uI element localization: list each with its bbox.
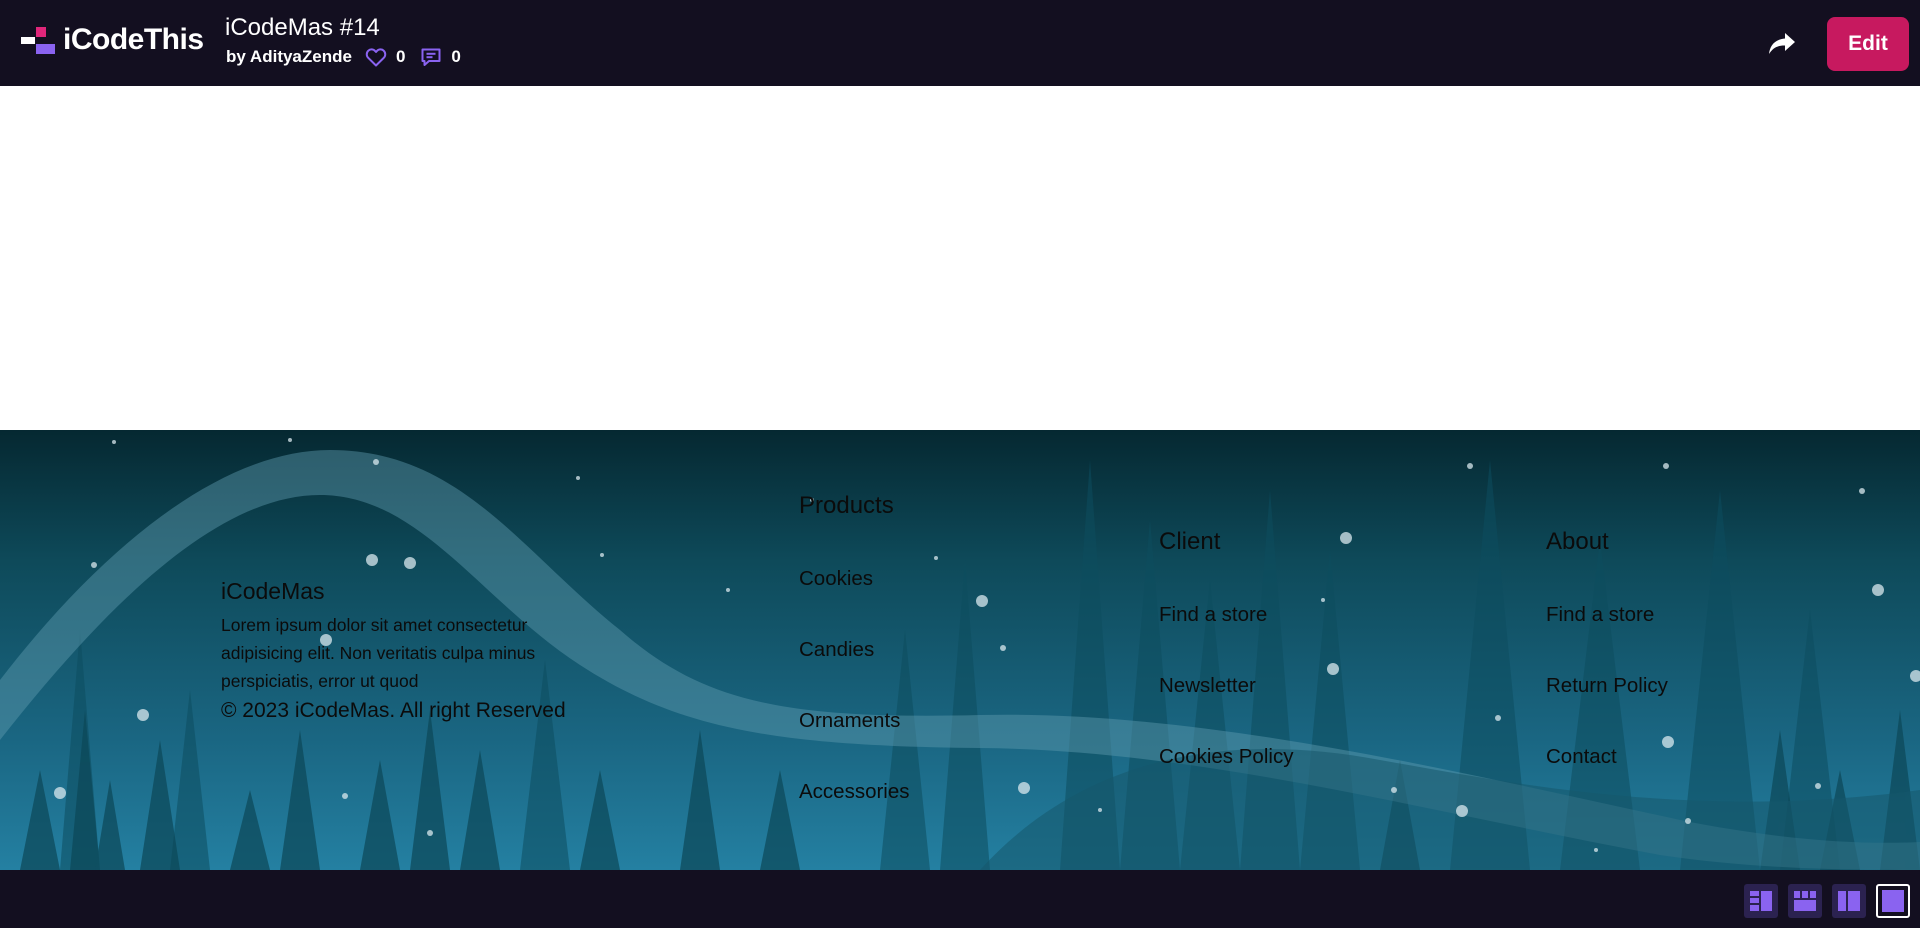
comments-count: 0 xyxy=(451,47,461,66)
footer-client-column: Client Find a store Newsletter Cookies P… xyxy=(1159,528,1293,769)
layout-full-icon xyxy=(1882,890,1904,912)
footer-about-title: About xyxy=(1546,528,1609,555)
likes-count: 0 xyxy=(395,47,406,66)
footer-link-return-policy[interactable]: Return Policy xyxy=(1546,674,1668,698)
layout-sidebar-icon xyxy=(1750,891,1772,911)
layout-grid-button[interactable] xyxy=(1788,884,1822,918)
footer-link-ornaments[interactable]: Ornaments xyxy=(799,709,910,733)
share-icon xyxy=(1769,33,1795,54)
post-title: iCodeMas #14 xyxy=(225,14,380,41)
footer-client-title: Client xyxy=(1159,528,1221,555)
icodethis-logo-icon xyxy=(21,25,57,55)
footer-link-accessories[interactable]: Accessories xyxy=(799,780,910,804)
layout-split-icon xyxy=(1838,891,1860,911)
footer-copyright: © 2023 iCodeMas. All right Reserved xyxy=(221,699,566,722)
heart-icon[interactable] xyxy=(364,45,388,69)
layout-split-button[interactable] xyxy=(1832,884,1866,918)
footer-link-find-a-store[interactable]: Find a store xyxy=(1159,603,1293,627)
preview-canvas xyxy=(0,86,1920,430)
footer-brand-title: iCodeMas xyxy=(221,578,325,604)
top-bar: iCodeThis iCodeMas #14 by AdityaZende 0 … xyxy=(0,0,1920,86)
layout-full-button[interactable] xyxy=(1876,884,1910,918)
footer-brand-column: iCodeMas Lorem ipsum dolor sit amet cons… xyxy=(221,578,601,725)
share-button[interactable] xyxy=(1764,26,1800,62)
site-footer: iCodeMas Lorem ipsum dolor sit amet cons… xyxy=(0,430,1920,870)
footer-products-column: Products Cookies Candies Ornaments Acces… xyxy=(799,492,910,804)
footer-link-cookies[interactable]: Cookies xyxy=(799,567,910,591)
edit-button[interactable]: Edit xyxy=(1827,17,1909,71)
footer-link-candies[interactable]: Candies xyxy=(799,638,910,662)
footer-link-cookies-policy[interactable]: Cookies Policy xyxy=(1159,745,1293,769)
footer-link-find-a-store-about[interactable]: Find a store xyxy=(1546,603,1668,627)
bottom-bar xyxy=(0,870,1920,928)
footer-products-title: Products xyxy=(799,492,894,519)
brand-name: iCodeThis xyxy=(63,23,204,56)
brand-logo-link[interactable]: iCodeThis xyxy=(21,23,204,56)
footer-about-column: About Find a store Return Policy Contact xyxy=(1546,528,1668,769)
layout-sidebar-button[interactable] xyxy=(1744,884,1778,918)
footer-description: Lorem ipsum dolor sit amet consectetur a… xyxy=(221,615,536,691)
author-link[interactable]: by AdityaZende xyxy=(226,47,352,67)
footer-link-contact[interactable]: Contact xyxy=(1546,745,1668,769)
comment-icon[interactable] xyxy=(419,45,443,69)
post-meta: by AdityaZende 0 0 xyxy=(226,45,475,69)
layout-grid-icon xyxy=(1794,891,1816,911)
footer-link-newsletter[interactable]: Newsletter xyxy=(1159,674,1293,698)
